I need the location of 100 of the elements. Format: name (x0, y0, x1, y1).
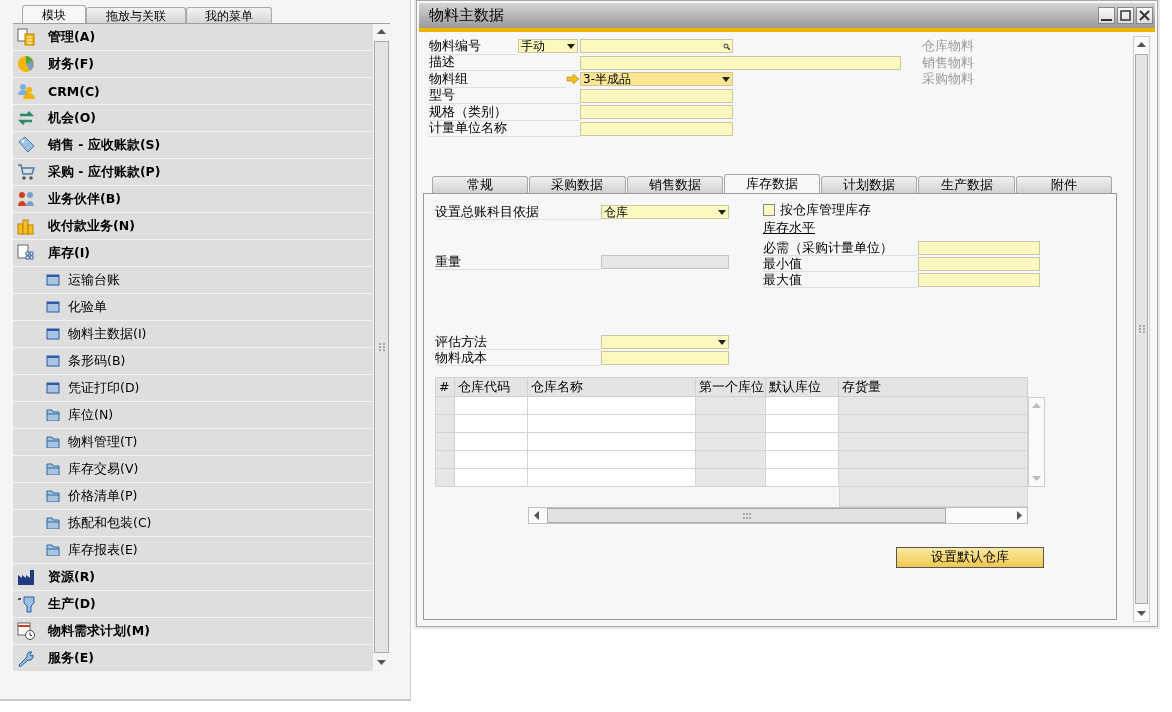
people-icon (17, 190, 35, 208)
menu-item[interactable]: 化验单 (13, 294, 372, 321)
item-type-label: 销售物料 (922, 54, 974, 71)
menu-item[interactable]: 物料需求计划(M) (13, 618, 372, 645)
table-cell[interactable] (528, 469, 696, 487)
scrollbar[interactable] (1028, 397, 1045, 487)
menu-item[interactable]: CRM(C) (13, 78, 372, 105)
dropdown[interactable] (601, 335, 729, 349)
window-icon (46, 301, 60, 313)
tab[interactable]: 生产数据 (918, 176, 1015, 193)
tab[interactable]: 计划数据 (821, 176, 918, 193)
calendar-icon (17, 622, 35, 640)
table-cell[interactable] (455, 415, 528, 433)
input-field[interactable] (601, 351, 729, 365)
input-field[interactable] (918, 257, 1040, 271)
dropdown[interactable]: 手动 (518, 39, 578, 54)
column-header: 默认库位 (766, 377, 839, 397)
maximize-button[interactable] (1117, 7, 1134, 24)
menu-item[interactable]: 拣配和包装(C) (13, 510, 372, 537)
menu-item[interactable]: 条形码(B) (13, 348, 372, 375)
table-cell[interactable] (528, 433, 696, 451)
tag-icon (17, 136, 35, 154)
table-cell[interactable] (455, 397, 528, 415)
window-icon (46, 355, 60, 367)
table-cell[interactable] (766, 469, 839, 487)
menu-item[interactable]: 库存(I) (13, 240, 372, 267)
search-field[interactable] (580, 39, 733, 54)
menu-item[interactable]: 物料主数据(I) (13, 321, 372, 348)
input-field[interactable] (918, 241, 1040, 255)
menu-item[interactable]: 服务(E) (13, 645, 372, 672)
column-header: 仓库名称 (528, 377, 696, 397)
menu-item[interactable]: 资源(R) (13, 564, 372, 591)
tab[interactable]: 我的菜单 (186, 7, 272, 23)
input-field[interactable] (918, 273, 1040, 287)
menu-item[interactable]: 采购 - 应付账款(P) (13, 159, 372, 186)
input-field[interactable] (580, 105, 733, 120)
tab[interactable]: 附件 (1015, 176, 1112, 193)
maximize-icon (1120, 10, 1131, 21)
pie-chart-icon (17, 55, 35, 73)
table-cell[interactable] (766, 415, 839, 433)
table-cell[interactable] (455, 469, 528, 487)
window-title: 物料主数据 (429, 6, 505, 25)
menu-item[interactable]: 生产(D) (13, 591, 372, 618)
input-field[interactable] (580, 88, 733, 103)
close-button[interactable] (1136, 7, 1153, 24)
search-icon (723, 42, 730, 50)
grip-icon (742, 512, 751, 519)
table-cell[interactable] (528, 397, 696, 415)
field-label: 设置总账科目依据 (435, 204, 601, 220)
scrollbar[interactable] (1133, 36, 1150, 622)
table-cell[interactable] (766, 433, 839, 451)
checkbox[interactable] (763, 204, 775, 216)
tab[interactable]: 采购数据 (529, 176, 626, 193)
field-label: 评估方法 (435, 334, 601, 350)
menu-item[interactable]: 物料管理(T) (13, 429, 372, 456)
dropdown[interactable]: 仓库 (601, 205, 729, 219)
menu-item[interactable]: 库位(N) (13, 402, 372, 429)
menu-item[interactable]: 业务伙伴(B) (13, 186, 372, 213)
arrows-icon (17, 109, 35, 127)
caret-icon (567, 43, 575, 49)
menu-item[interactable]: 管理(A) (13, 24, 372, 51)
tab[interactable]: 销售数据 (626, 176, 723, 193)
table-cell[interactable] (455, 433, 528, 451)
minimize-button[interactable] (1098, 7, 1115, 24)
menu-item[interactable]: 运输台账 (13, 267, 372, 294)
input-field[interactable] (580, 55, 901, 70)
menu-item[interactable]: 价格清单(P) (13, 483, 372, 510)
menu-item[interactable]: 凭证打印(D) (13, 375, 372, 402)
tab[interactable]: 库存数据 (723, 174, 821, 193)
field-label: 最大值 (763, 272, 918, 288)
menu-item[interactable]: 库存交易(V) (13, 456, 372, 483)
table-cell[interactable] (455, 451, 528, 469)
table-cell[interactable] (766, 451, 839, 469)
arrow-icon (566, 74, 580, 85)
table-cell[interactable] (528, 415, 696, 433)
machine-icon (17, 595, 35, 613)
scrollbar[interactable] (528, 507, 1028, 524)
menu-item[interactable]: 销售 - 应收账款(S) (13, 132, 372, 159)
input-field[interactable] (580, 121, 733, 136)
set-default-button[interactable]: 设置默认仓库 (896, 547, 1044, 568)
folder-icon (46, 490, 60, 502)
table-cell[interactable] (766, 397, 839, 415)
close-icon (1139, 10, 1150, 21)
tab[interactable]: 常规 (432, 176, 529, 193)
window-icon (46, 382, 60, 394)
table-cell[interactable] (528, 451, 696, 469)
scrollbar-thumb[interactable] (1135, 54, 1148, 604)
scrollbar-thumb[interactable] (374, 41, 389, 653)
dropdown[interactable]: 3-半成品 (580, 72, 733, 87)
field-label: 规格（类别） (429, 103, 580, 121)
menu-item[interactable]: 收付款业务(N) (13, 213, 372, 240)
menu-item[interactable]: 库存报表(E) (13, 537, 372, 564)
tab[interactable]: 拖放与关联 (86, 7, 186, 23)
field-label: 计量单位名称 (429, 120, 580, 138)
field-label: 型号 (429, 87, 580, 105)
scrollbar[interactable] (372, 24, 390, 670)
menu-item[interactable]: 财务(F) (13, 51, 372, 78)
menu-item[interactable]: 机会(O) (13, 105, 372, 132)
tab[interactable]: 模块 (22, 5, 86, 23)
scrollbar-thumb[interactable] (547, 508, 946, 523)
